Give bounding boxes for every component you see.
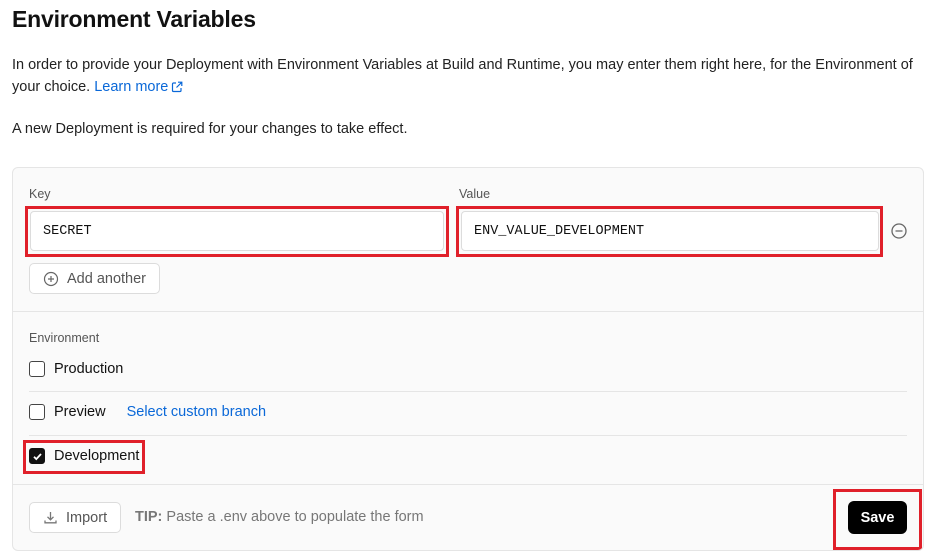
external-link-icon bbox=[172, 81, 183, 93]
learn-more-label: Learn more bbox=[94, 79, 169, 95]
row-divider bbox=[29, 391, 907, 392]
tip-body: Paste a .env above to populate the form bbox=[166, 509, 424, 525]
page-description: In order to provide your Deployment with… bbox=[12, 54, 927, 98]
key-input[interactable] bbox=[30, 211, 444, 251]
environment-option-development[interactable]: Development bbox=[29, 448, 139, 464]
row-divider bbox=[29, 435, 907, 436]
value-label: Value bbox=[459, 187, 491, 201]
environment-option-preview[interactable]: Preview Select custom branch bbox=[29, 404, 266, 420]
select-custom-branch-link[interactable]: Select custom branch bbox=[127, 404, 266, 420]
plus-circle-icon bbox=[43, 271, 59, 286]
add-another-button[interactable]: Add another bbox=[29, 263, 161, 294]
environment-option-production[interactable]: Production bbox=[29, 361, 123, 377]
tip-prefix: TIP: bbox=[135, 509, 163, 525]
add-another-label: Add another bbox=[67, 270, 147, 287]
development-label: Development bbox=[54, 448, 140, 464]
preview-checkbox[interactable] bbox=[29, 404, 45, 420]
production-label: Production bbox=[54, 361, 124, 377]
page-title: Environment Variables bbox=[12, 6, 256, 32]
import-label: Import bbox=[66, 509, 108, 526]
value-input[interactable] bbox=[461, 211, 879, 251]
deployment-note: A new Deployment is required for your ch… bbox=[12, 121, 408, 137]
tip-text: TIP: Paste a .env above to populate the … bbox=[135, 509, 424, 525]
section-divider bbox=[13, 311, 923, 312]
footer-divider bbox=[13, 484, 923, 485]
learn-more-link[interactable]: Learn more bbox=[94, 79, 183, 95]
key-label: Key bbox=[29, 187, 51, 201]
checkmark-icon bbox=[32, 452, 42, 460]
download-icon bbox=[44, 512, 57, 524]
production-checkbox[interactable] bbox=[29, 361, 45, 377]
preview-label: Preview bbox=[54, 404, 106, 420]
env-var-form: Key Value Add another Environment Produc… bbox=[12, 167, 924, 551]
remove-circle-icon[interactable] bbox=[890, 222, 908, 240]
environment-label: Environment bbox=[29, 331, 100, 345]
save-button[interactable]: Save bbox=[848, 501, 907, 534]
development-checkbox[interactable] bbox=[29, 448, 45, 464]
import-button[interactable]: Import bbox=[29, 502, 122, 533]
